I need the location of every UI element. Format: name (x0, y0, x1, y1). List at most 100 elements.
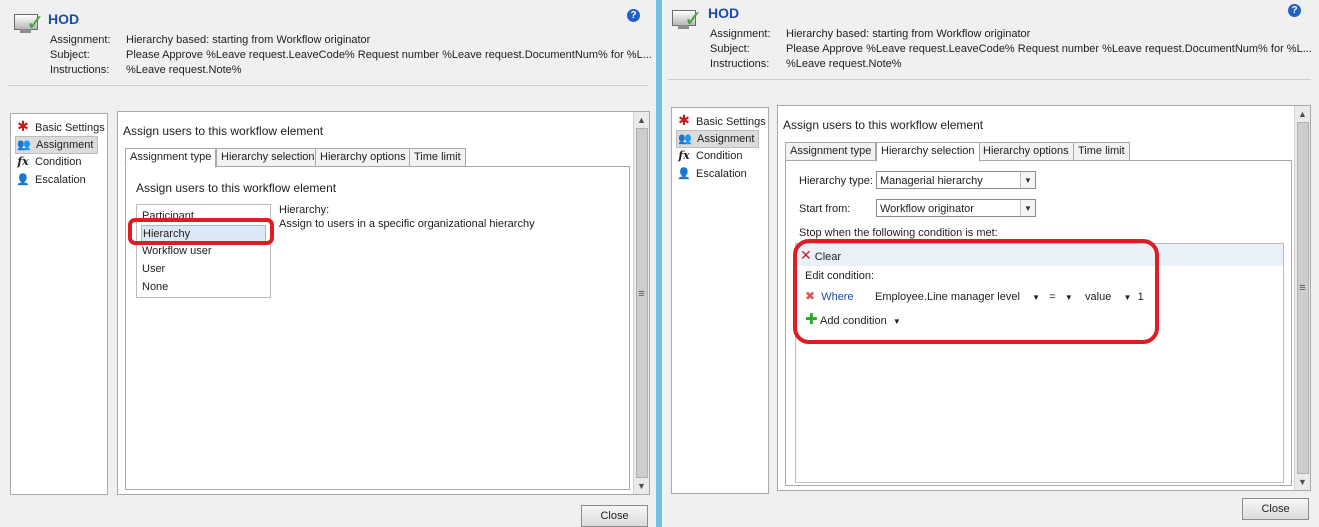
nav-label: Assignment (697, 133, 755, 145)
close-button[interactable]: Close (1242, 498, 1309, 520)
assignment-value: Hierarchy based: starting from Workflow … (126, 34, 371, 46)
scroll-up-icon[interactable]: ▲ (1295, 107, 1310, 121)
nav-label: Condition (35, 156, 82, 168)
chevron-down-icon: ▼ (1020, 200, 1035, 216)
description-title: Hierarchy: (279, 204, 330, 216)
fx-icon: fx (678, 149, 690, 162)
assignment-label: Assignment: (50, 34, 111, 46)
chevron-down-icon: ▼ (892, 317, 901, 326)
settings-nav: ✱ Basic Settings 👥 Assignment fx Condition … (671, 107, 769, 494)
tab-assignment-type[interactable]: Assignment type (785, 142, 877, 161)
option-hierarchy[interactable]: Hierarchy (141, 225, 266, 244)
nav-condition[interactable]: fx Condition (676, 148, 746, 164)
delete-condition-icon[interactable]: ✖ (805, 289, 815, 303)
scroll-up-icon[interactable]: ▲ (634, 113, 649, 127)
condition-value[interactable]: 1 (1138, 291, 1144, 303)
close-button[interactable]: Close (581, 505, 648, 527)
nav-label: Escalation (35, 174, 86, 186)
subject-value: Please Approve %Leave request.LeaveCode%… (126, 49, 652, 61)
chevron-down-icon: ▼ (1020, 172, 1035, 188)
workflow-approval-icon: ✓ (672, 6, 702, 32)
subject-label: Subject: (50, 49, 90, 61)
chevron-down-icon[interactable]: ▼ (1065, 293, 1073, 302)
clear-label: Clear (814, 251, 842, 263)
chevron-down-icon[interactable]: ▼ (1032, 293, 1040, 302)
main-heading: Assign users to this workflow element (123, 124, 324, 138)
start-from-select[interactable]: Workflow originator ▼ (876, 199, 1036, 217)
asterisk-icon: ✱ (678, 112, 690, 128)
tab-hierarchy-options[interactable]: Hierarchy options (978, 142, 1074, 161)
option-user[interactable]: User (141, 261, 266, 278)
header-divider (668, 79, 1311, 80)
nav-basic-settings[interactable]: ✱ Basic Settings (676, 112, 770, 128)
tab-hierarchy-selection[interactable]: Hierarchy selection (216, 148, 320, 167)
hierarchy-selection-panel: Hierarchy type: Managerial hierarchy ▼ S… (785, 160, 1292, 486)
add-condition-button[interactable]: ✚ Add condition ▼ (805, 310, 901, 328)
asterisk-icon: ✱ (17, 118, 29, 134)
instructions-label: Instructions: (50, 64, 110, 76)
start-from-label: Start from: (799, 203, 851, 215)
condition-row: ✖ Where Employee.Line manager level ▼ = … (805, 289, 1144, 303)
nav-label: Assignment (36, 139, 94, 151)
subject-label: Subject: (710, 43, 750, 55)
nav-basic-settings[interactable]: ✱ Basic Settings (15, 118, 109, 134)
condition-editor: ✕ Clear Edit condition: ✖ Where Employee… (795, 243, 1284, 483)
tab-hierarchy-options[interactable]: Hierarchy options (315, 148, 411, 167)
nav-escalation[interactable]: 👤 Escalation (15, 172, 90, 188)
condition-value-type[interactable]: value (1085, 291, 1111, 303)
chevron-down-icon[interactable]: ▼ (1124, 293, 1132, 302)
instructions-label: Instructions: (710, 58, 770, 70)
close-icon: ✕ (800, 247, 812, 263)
condition-field[interactable]: Employee.Line manager level (875, 291, 1020, 303)
users-icon: 👥 (678, 133, 692, 145)
nav-label: Condition (696, 150, 743, 162)
nav-escalation[interactable]: 👤 Escalation (676, 166, 751, 182)
tab-time-limit[interactable]: Time limit (1073, 142, 1130, 161)
main-scrollbar[interactable]: ▲ ≡ ▼ (1294, 106, 1310, 490)
nav-condition[interactable]: fx Condition (15, 154, 85, 170)
tab-assignment-type[interactable]: Assignment type (125, 148, 217, 168)
hierarchy-type-label: Hierarchy type: (799, 175, 873, 187)
grip-icon: ≡ (638, 288, 645, 300)
dialog-header: ✓ HOD ? Assignment: Hierarchy based: sta… (0, 0, 656, 86)
scroll-thumb[interactable] (636, 128, 648, 478)
assignment-label: Assignment: (710, 28, 771, 40)
scroll-down-icon[interactable]: ▼ (634, 479, 649, 493)
main-panel: Assign users to this workflow element As… (777, 105, 1311, 491)
option-workflow-user[interactable]: Workflow user (141, 243, 266, 260)
scroll-down-icon[interactable]: ▼ (1295, 475, 1310, 489)
workflow-approval-icon: ✓ (14, 10, 44, 36)
option-none[interactable]: None (141, 279, 266, 296)
tab-hierarchy-selection[interactable]: Hierarchy selection (876, 142, 980, 162)
where-link[interactable]: Where (821, 291, 853, 303)
grip-icon: ≡ (1299, 282, 1306, 294)
help-icon[interactable]: ? (627, 9, 640, 22)
clear-button[interactable]: ✕ Clear (800, 247, 841, 264)
tab-time-limit[interactable]: Time limit (409, 148, 466, 167)
nav-label: Basic Settings (35, 122, 105, 134)
main-scrollbar[interactable]: ▲ ≡ ▼ (633, 112, 649, 494)
escalation-icon: 👤 (16, 174, 30, 186)
assignment-value: Hierarchy based: starting from Workflow … (786, 28, 1031, 40)
condition-operator[interactable]: = (1049, 291, 1055, 303)
description-text: Assign to users in a specific organizati… (279, 218, 535, 230)
hierarchy-type-select[interactable]: Managerial hierarchy ▼ (876, 171, 1036, 189)
header-divider (8, 85, 648, 86)
dialog-title: HOD (48, 11, 80, 27)
option-participant[interactable]: Participant (141, 208, 266, 225)
plus-icon: ✚ (805, 311, 818, 328)
nav-assignment[interactable]: 👥 Assignment (15, 136, 99, 154)
scroll-thumb[interactable] (1297, 122, 1309, 474)
instructions-value: %Leave request.Note% (126, 64, 242, 76)
escalation-icon: 👤 (677, 168, 691, 180)
help-icon[interactable]: ? (1288, 4, 1301, 17)
hierarchy-type-value: Managerial hierarchy (880, 175, 983, 187)
tab-strip: Assignment type Hierarchy selection Hier… (785, 142, 1285, 162)
left-dialog: ✓ HOD ? Assignment: Hierarchy based: sta… (0, 0, 656, 527)
users-icon: 👥 (17, 139, 31, 151)
nav-assignment[interactable]: 👥 Assignment (676, 130, 760, 148)
subject-value: Please Approve %Leave request.LeaveCode%… (786, 43, 1312, 55)
assignment-type-list: Participant Hierarchy Workflow user User… (136, 204, 271, 298)
dialog-title: HOD (708, 5, 740, 21)
tab-strip: Assignment type Hierarchy selection Hier… (125, 148, 625, 168)
